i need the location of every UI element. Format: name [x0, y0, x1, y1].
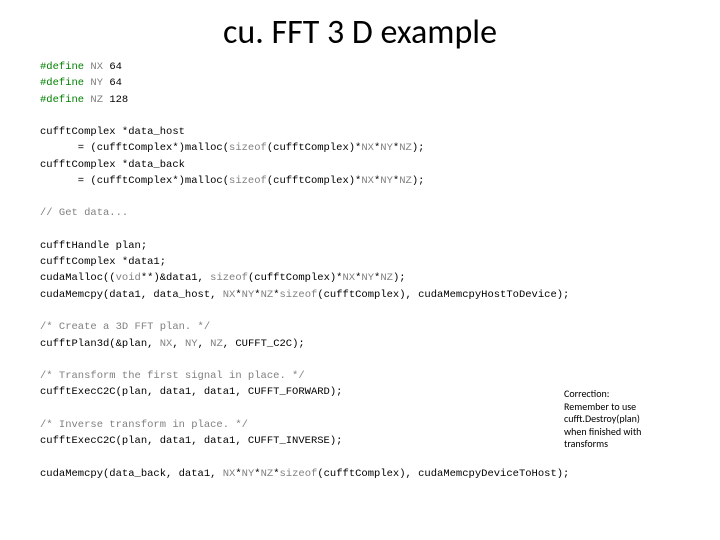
code-line: #define NZ 128 [40, 94, 128, 106]
code-line: cufftExecC2C(plan, data1, data1, CUFFT_I… [40, 435, 342, 447]
note-line: cufft.Destroy(plan) [564, 413, 684, 426]
code-line: cufftHandle plan; [40, 240, 147, 252]
code-line: cufftComplex *data1; [40, 256, 166, 268]
code-line: cudaMemcpy(data1, data_host, NX*NY*NZ*si… [40, 289, 569, 301]
code-line: cudaMemcpy(data_back, data1, NX*NY*NZ*si… [40, 468, 569, 480]
code-line: cufftComplex *data_back [40, 159, 185, 171]
code-line: cudaMalloc((void**)&data1, sizeof(cufftC… [40, 272, 406, 284]
code-line: #define NY 64 [40, 77, 122, 89]
code-line: cufftExecC2C(plan, data1, data1, CUFFT_F… [40, 386, 342, 398]
note-line: transforms [564, 438, 684, 451]
slide: cu. FFT 3 D example #define NX 64 #defin… [0, 0, 720, 540]
correction-note: Correction: Remember to use cufft.Destro… [564, 388, 684, 451]
code-line: cufftComplex *data_host [40, 126, 185, 138]
code-line: cufftPlan3d(&plan, NX, NY, NZ, CUFFT_C2C… [40, 338, 305, 350]
code-comment: /* Inverse transform in place. */ [40, 419, 248, 431]
code-comment: /* Transform the first signal in place. … [40, 370, 305, 382]
note-line: Correction: [564, 388, 684, 401]
code-line: #define NX 64 [40, 61, 122, 73]
code-line: = (cufftComplex*)malloc(sizeof(cufftComp… [40, 175, 424, 187]
slide-title: cu. FFT 3 D example [0, 0, 720, 59]
code-line: = (cufftComplex*)malloc(sizeof(cufftComp… [40, 142, 424, 154]
code-comment: /* Create a 3D FFT plan. */ [40, 321, 210, 333]
code-comment: // Get data... [40, 207, 128, 219]
